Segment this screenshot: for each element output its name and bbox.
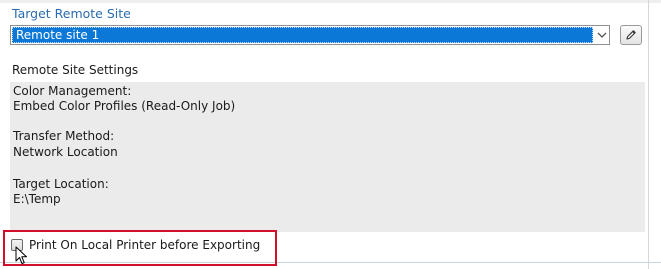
top-divider (0, 0, 661, 3)
color-management-label: Color Management: (13, 84, 132, 98)
target-location-label: Target Location: (13, 177, 109, 191)
transfer-method-label: Transfer Method: (13, 129, 115, 143)
panel-right-edge (648, 0, 649, 269)
selected-remote-site: Remote site 1 (12, 27, 593, 43)
remote-site-settings-panel: Color Management: Embed Color Profiles (… (10, 82, 645, 232)
target-location-value: E:\Temp (13, 192, 61, 206)
print-on-local-printer-label[interactable]: Print On Local Printer before Exporting (29, 238, 260, 252)
color-management-value: Embed Color Profiles (Read-Only Job) (13, 99, 236, 113)
target-remote-site-select[interactable]: Remote site 1 (10, 25, 610, 45)
remote-site-settings-heading: Remote Site Settings (12, 63, 139, 77)
transfer-method-value: Network Location (13, 145, 118, 159)
mouse-pointer-icon (15, 246, 27, 264)
pencil-icon (626, 30, 636, 40)
edit-remote-site-button[interactable] (620, 25, 642, 45)
chevron-down-icon[interactable] (595, 27, 609, 43)
target-remote-site-heading: Target Remote Site (12, 6, 131, 21)
